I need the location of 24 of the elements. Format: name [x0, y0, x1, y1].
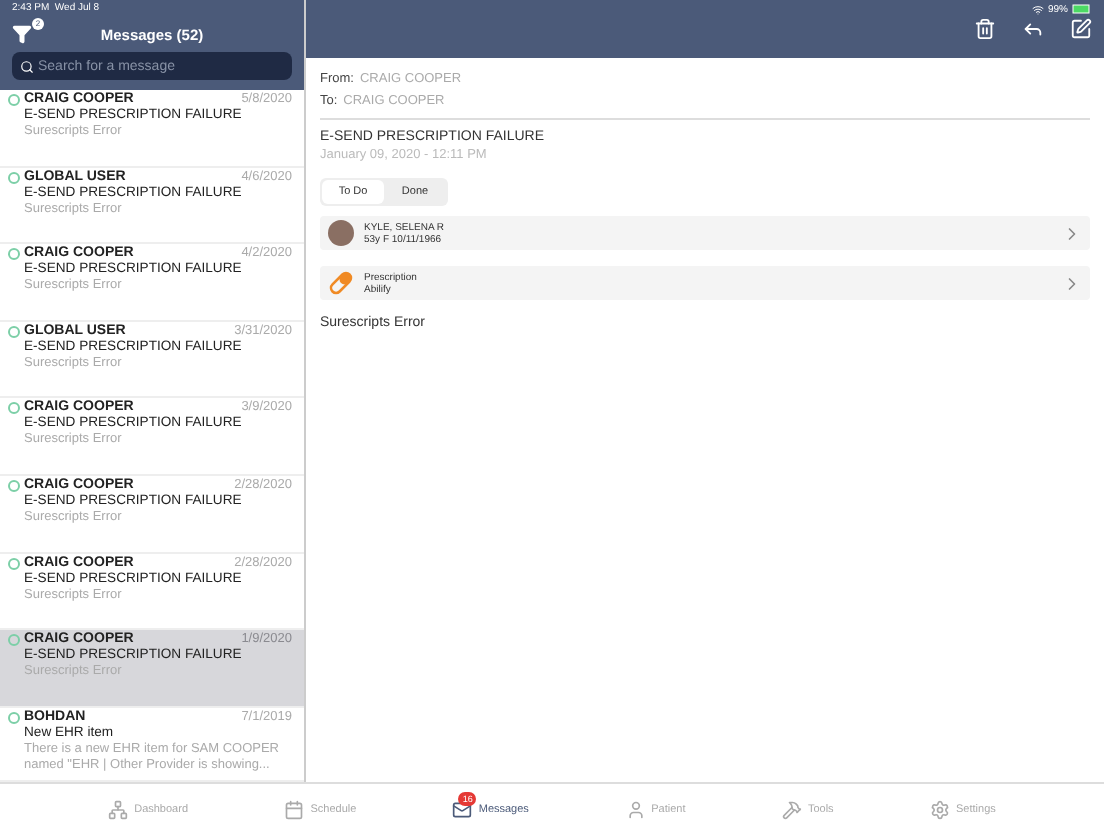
avatar-placeholder — [328, 220, 354, 246]
search-icon — [20, 59, 34, 73]
unread-dot-icon — [8, 171, 20, 184]
settings-icon — [930, 800, 951, 820]
unread-dot-icon — [8, 634, 20, 647]
network-icon — [108, 800, 129, 820]
delete-icon[interactable] — [974, 18, 996, 40]
reply-icon[interactable] — [1022, 18, 1044, 40]
pill-icon — [328, 270, 354, 296]
unread-dot-icon — [8, 94, 20, 106]
hammer-icon — [781, 800, 802, 820]
battery-icon — [1072, 4, 1092, 14]
unread-dot-icon — [8, 248, 20, 261]
compose-icon[interactable] — [1070, 18, 1092, 40]
unread-dot-icon — [8, 711, 20, 724]
unread-dot-icon — [8, 402, 20, 415]
mail-icon — [452, 800, 473, 820]
calendar-icon — [284, 800, 305, 820]
person-icon — [625, 800, 646, 820]
unread-dot-icon — [8, 479, 20, 492]
filter-icon[interactable] — [12, 24, 32, 44]
unread-dot-icon — [8, 557, 20, 570]
unread-dot-icon — [8, 325, 20, 338]
wifi-icon — [1031, 3, 1044, 15]
